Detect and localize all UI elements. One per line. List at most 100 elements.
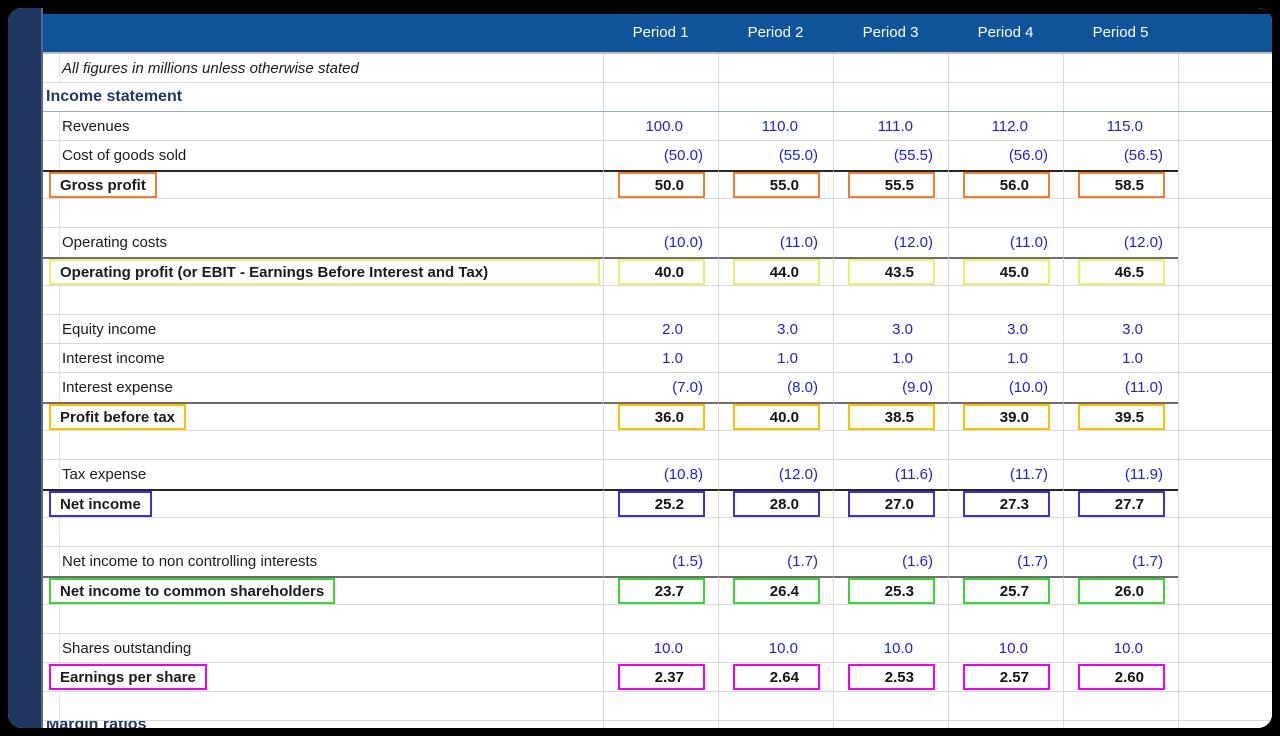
value-cell[interactable] [948, 83, 1063, 111]
value-cell[interactable]: (1.7) [1063, 547, 1178, 576]
row-label-cell[interactable] [43, 431, 603, 459]
value-cell[interactable]: 1.0 [948, 344, 1063, 372]
empty-trailing-cell[interactable] [1178, 286, 1272, 314]
value-cell[interactable]: 110.0 [718, 112, 833, 140]
row-label-cell[interactable]: Operating costs [43, 228, 603, 257]
value-cell[interactable]: (12.0) [1063, 228, 1178, 257]
value-cell[interactable] [1063, 199, 1178, 227]
empty-trailing-cell[interactable] [1178, 228, 1272, 257]
value-cell[interactable] [833, 83, 948, 111]
value-cell[interactable]: 58.5 [1063, 170, 1178, 198]
value-cell[interactable]: 39.5 [1063, 402, 1178, 430]
value-cell[interactable]: (9.0) [833, 373, 948, 402]
value-cell[interactable]: 1.0 [718, 344, 833, 372]
value-cell[interactable]: 55.0 [718, 170, 833, 198]
row-label-cell[interactable]: Tax expense [43, 460, 603, 489]
value-cell[interactable] [833, 54, 948, 82]
value-cell[interactable] [833, 692, 948, 720]
value-cell[interactable]: 56.0 [948, 170, 1063, 198]
value-cell[interactable] [948, 286, 1063, 314]
value-cell[interactable]: (1.6) [833, 547, 948, 576]
value-cell[interactable] [603, 286, 718, 314]
value-cell[interactable]: 1.0 [603, 344, 718, 372]
value-cell[interactable]: (11.0) [1063, 373, 1178, 402]
row-label-cell[interactable]: All figures in millions unless otherwise… [43, 54, 603, 82]
row-label-cell[interactable] [43, 518, 603, 546]
row-label-cell[interactable]: Profit before tax [43, 402, 603, 430]
column-header[interactable]: Period 5 [1063, 14, 1178, 52]
value-cell[interactable]: (50.0) [603, 141, 718, 170]
value-cell[interactable] [833, 605, 948, 633]
empty-trailing-cell[interactable] [1178, 431, 1272, 459]
value-cell[interactable] [833, 199, 948, 227]
row-label-cell[interactable]: Income statement [43, 83, 603, 111]
value-cell[interactable]: 27.7 [1063, 489, 1178, 517]
value-cell[interactable] [1063, 721, 1178, 728]
empty-trailing-cell[interactable] [1178, 315, 1272, 343]
value-cell[interactable]: 1.0 [1063, 344, 1178, 372]
value-cell[interactable]: (12.0) [718, 460, 833, 489]
value-cell[interactable]: 38.5 [833, 402, 948, 430]
value-cell[interactable] [718, 518, 833, 546]
row-label-cell[interactable]: Net income [43, 489, 603, 517]
value-cell[interactable] [603, 721, 718, 728]
value-cell[interactable] [603, 431, 718, 459]
value-cell[interactable] [718, 83, 833, 111]
column-header[interactable]: Period 3 [833, 14, 948, 52]
value-cell[interactable] [1063, 692, 1178, 720]
value-cell[interactable]: 46.5 [1063, 257, 1178, 285]
value-cell[interactable]: (8.0) [718, 373, 833, 402]
empty-trailing-cell[interactable] [1178, 663, 1272, 691]
value-cell[interactable]: (1.7) [718, 547, 833, 576]
value-cell[interactable]: 10.0 [1063, 634, 1178, 662]
value-cell[interactable]: (10.8) [603, 460, 718, 489]
value-cell[interactable]: (56.0) [948, 141, 1063, 170]
value-cell[interactable] [718, 199, 833, 227]
value-cell[interactable]: 111.0 [833, 112, 948, 140]
row-label-cell[interactable] [43, 199, 603, 227]
row-label-cell[interactable]: Cost of goods sold [43, 141, 603, 170]
empty-trailing-cell[interactable] [1178, 141, 1272, 170]
value-cell[interactable]: 26.4 [718, 576, 833, 604]
value-cell[interactable] [833, 721, 948, 728]
row-label-cell[interactable]: Interest income [43, 344, 603, 372]
value-cell[interactable] [603, 518, 718, 546]
empty-trailing-cell[interactable] [1178, 170, 1272, 198]
value-cell[interactable]: 115.0 [1063, 112, 1178, 140]
value-cell[interactable]: (11.0) [948, 228, 1063, 257]
value-cell[interactable]: 2.64 [718, 663, 833, 691]
value-cell[interactable]: 3.0 [833, 315, 948, 343]
value-cell[interactable] [948, 199, 1063, 227]
empty-trailing-cell[interactable] [1178, 373, 1272, 402]
value-cell[interactable]: 45.0 [948, 257, 1063, 285]
value-cell[interactable] [718, 692, 833, 720]
value-cell[interactable] [833, 286, 948, 314]
row-label-cell[interactable]: Equity income [43, 315, 603, 343]
value-cell[interactable]: 44.0 [718, 257, 833, 285]
row-label-cell[interactable]: Net income to non controlling interests [43, 547, 603, 576]
value-cell[interactable]: 10.0 [948, 634, 1063, 662]
value-cell[interactable]: 2.37 [603, 663, 718, 691]
value-cell[interactable]: 25.2 [603, 489, 718, 517]
empty-trailing-cell[interactable] [1178, 199, 1272, 227]
value-cell[interactable] [718, 721, 833, 728]
value-cell[interactable] [948, 54, 1063, 82]
row-label-cell[interactable] [43, 605, 603, 633]
column-header[interactable]: Period 4 [948, 14, 1063, 52]
value-cell[interactable]: 3.0 [948, 315, 1063, 343]
value-cell[interactable]: (11.0) [718, 228, 833, 257]
empty-trailing-cell[interactable] [1178, 83, 1272, 111]
value-cell[interactable] [833, 431, 948, 459]
value-cell[interactable]: (12.0) [833, 228, 948, 257]
value-cell[interactable]: 36.0 [603, 402, 718, 430]
value-cell[interactable]: 50.0 [603, 170, 718, 198]
empty-trailing-cell[interactable] [1178, 257, 1272, 285]
value-cell[interactable] [1063, 83, 1178, 111]
row-label-cell[interactable]: Revenues [43, 112, 603, 140]
column-header[interactable]: Period 2 [718, 14, 833, 52]
value-cell[interactable]: 10.0 [603, 634, 718, 662]
value-cell[interactable] [948, 518, 1063, 546]
value-cell[interactable] [948, 692, 1063, 720]
empty-trailing-cell[interactable] [1178, 54, 1272, 82]
value-cell[interactable]: 40.0 [603, 257, 718, 285]
